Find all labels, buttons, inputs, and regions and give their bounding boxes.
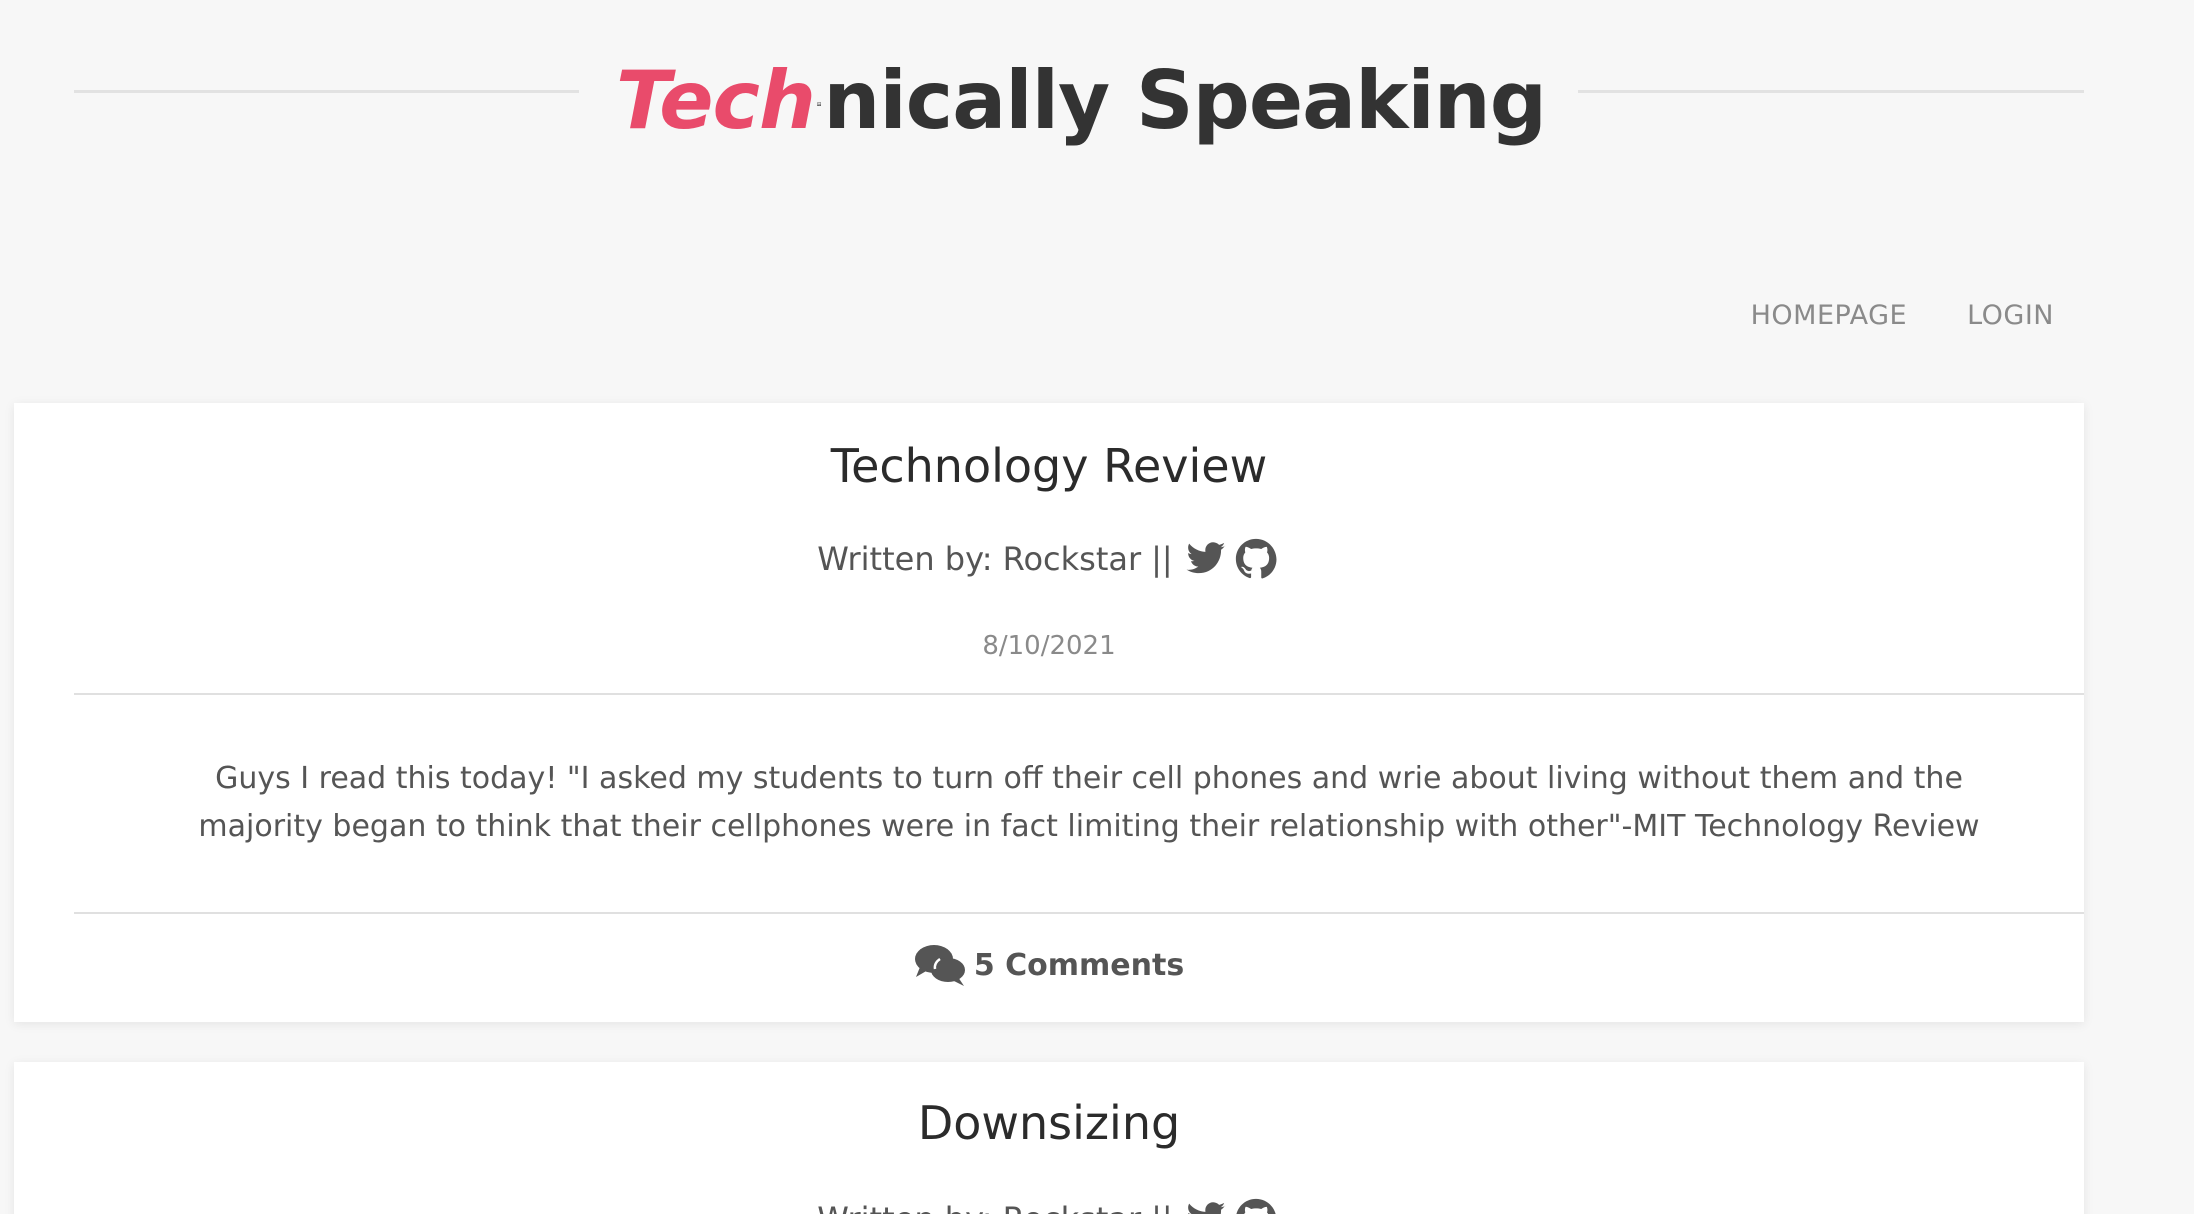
post-card: Technology Review Written by: Rockstar |… <box>14 403 2084 1022</box>
post-author-row: Written by: Rockstar || <box>14 538 2084 580</box>
post-divider-bottom <box>74 912 2084 914</box>
twitter-icon[interactable] <box>1185 538 1227 580</box>
twitter-icon[interactable] <box>1185 1198 1227 1214</box>
post-body: Guys I read this today! "I asked my stud… <box>198 761 1980 844</box>
github-icon[interactable] <box>1235 1198 1277 1214</box>
main-nav: HOMEPAGE LOGIN <box>1751 300 2054 331</box>
logo-tech-text: Tech <box>616 53 816 147</box>
post-title[interactable]: Technology Review <box>14 439 2084 493</box>
post-author: Written by: Rockstar <box>817 1200 1141 1214</box>
comments-link[interactable]: 5 Comments <box>14 943 2084 987</box>
comments-count-label: 5 Comments <box>973 947 1185 983</box>
nav-login-link[interactable]: LOGIN <box>1967 300 2054 331</box>
post-card: Downsizing Written by: Rockstar || <box>14 1062 2084 1214</box>
header-divider-right <box>1578 90 2084 93</box>
author-separator: || <box>1151 1200 1173 1214</box>
github-icon[interactable] <box>1235 538 1277 580</box>
post-title[interactable]: Downsizing <box>14 1096 2084 1150</box>
site-logo[interactable]: Tech nically Speaking <box>616 40 1547 160</box>
post-date: 8/10/2021 <box>982 631 1116 661</box>
post-author-row: Written by: Rockstar || <box>14 1198 2084 1214</box>
author-separator: || <box>1151 540 1173 578</box>
header-divider-left <box>74 90 579 93</box>
post-divider-top <box>74 693 2084 695</box>
logo-rest-text: nically Speaking <box>823 53 1547 147</box>
post-author: Written by: Rockstar <box>817 540 1142 578</box>
laptop-code-icon <box>816 102 822 106</box>
page: Tech nically Speaking HOMEPAGE LOGIN Tec… <box>0 0 2194 1214</box>
nav-homepage-link[interactable]: HOMEPAGE <box>1751 300 1907 331</box>
comments-icon <box>914 945 965 986</box>
